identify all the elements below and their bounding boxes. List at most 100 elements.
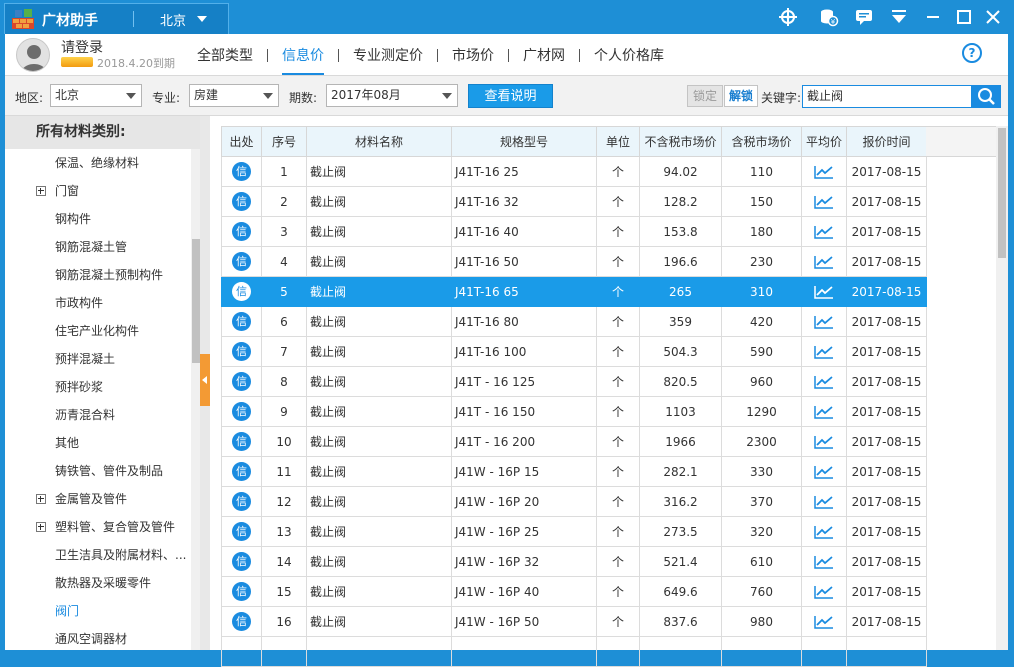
tab-info-price[interactable]: 信息价 — [268, 45, 338, 75]
trend-chart-icon[interactable] — [814, 465, 834, 479]
trend-chart-icon[interactable] — [814, 405, 834, 419]
average-cell[interactable] — [801, 456, 847, 487]
sidebar-scroll-thumb[interactable] — [192, 239, 200, 363]
table-row[interactable]: 信 1 截止阀 J41T-16 25 个 94.02 110 2017-08-15 — [221, 156, 927, 187]
source-cell[interactable]: 信 — [221, 606, 262, 637]
info-source-icon[interactable]: 信 — [232, 372, 251, 391]
info-source-icon[interactable]: 信 — [232, 162, 251, 181]
expand-icon[interactable] — [36, 522, 46, 532]
help-icon[interactable]: ? — [962, 43, 982, 63]
info-source-icon[interactable]: 信 — [232, 312, 251, 331]
category-item[interactable]: 沥青混合料 — [5, 401, 191, 429]
trend-chart-icon[interactable] — [814, 345, 834, 359]
col-price-incl-tax[interactable]: 含税市场价 — [721, 126, 802, 157]
tab-market-price[interactable]: 市场价 — [438, 45, 508, 65]
category-item-selected[interactable]: 阀门 — [5, 597, 191, 625]
tab-all-types[interactable]: 全部类型 — [197, 45, 267, 65]
average-cell[interactable] — [801, 306, 847, 337]
average-cell[interactable] — [801, 156, 847, 187]
col-quote-date[interactable]: 报价时间 — [846, 126, 927, 157]
source-cell[interactable]: 信 — [221, 426, 262, 457]
category-item[interactable]: 钢筋混凝土预制构件 — [5, 261, 191, 289]
trend-chart-icon[interactable] — [814, 285, 834, 299]
source-cell[interactable]: 信 — [221, 246, 262, 277]
message-icon[interactable] — [854, 7, 874, 27]
source-cell[interactable]: 信 — [221, 156, 262, 187]
info-source-icon[interactable]: 信 — [232, 192, 251, 211]
trend-chart-icon[interactable] — [814, 555, 834, 569]
category-item[interactable]: 通风空调器材 — [5, 625, 191, 650]
info-source-icon[interactable]: 信 — [232, 342, 251, 361]
keyword-input[interactable]: 截止阀 — [802, 85, 972, 108]
table-row[interactable]: 信 16 截止阀 J41W - 16P 50 个 837.6 980 2017-08-15 — [221, 606, 927, 637]
source-cell[interactable]: 信 — [221, 486, 262, 517]
average-cell[interactable] — [801, 276, 847, 307]
region-select[interactable]: 北京 — [50, 84, 142, 107]
average-cell[interactable] — [801, 246, 847, 277]
table-row[interactable] — [221, 636, 927, 667]
table-row[interactable]: 信 2 截止阀 J41T-16 32 个 128.2 150 2017-08-15 — [221, 186, 927, 217]
average-cell[interactable] — [801, 396, 847, 427]
source-cell[interactable]: 信 — [221, 216, 262, 247]
info-source-icon[interactable]: 信 — [232, 432, 251, 451]
download-icon[interactable] — [889, 7, 909, 27]
source-cell[interactable]: 信 — [221, 546, 262, 577]
trend-chart-icon[interactable] — [814, 375, 834, 389]
col-material-name[interactable]: 材料名称 — [306, 126, 452, 157]
category-item[interactable]: 金属管及管件 — [5, 485, 191, 513]
login-link[interactable]: 请登录 — [61, 37, 103, 57]
target-icon[interactable] — [778, 7, 798, 27]
app-tab[interactable]: 广材助手 北京 — [4, 3, 229, 34]
category-item[interactable]: 预拌砂浆 — [5, 373, 191, 401]
source-cell[interactable] — [221, 636, 262, 667]
avatar[interactable] — [16, 38, 50, 72]
collapse-sidebar-handle[interactable] — [200, 354, 210, 406]
source-cell[interactable]: 信 — [221, 336, 262, 367]
col-price-excl-tax[interactable]: 不含税市场价 — [639, 126, 722, 157]
close-icon[interactable] — [983, 7, 1003, 27]
table-row[interactable]: 信 15 截止阀 J41W - 16P 40 个 649.6 760 2017-08-15 — [221, 576, 927, 607]
col-average[interactable]: 平均价 — [801, 126, 847, 157]
info-source-icon[interactable]: 信 — [232, 492, 251, 511]
col-spec[interactable]: 规格型号 — [451, 126, 597, 157]
average-cell[interactable] — [801, 366, 847, 397]
average-cell[interactable] — [801, 636, 847, 667]
table-row-selected[interactable]: 信 5 截止阀 J41T-16 65 个 265 310 2017-08-15 — [221, 276, 927, 307]
source-cell[interactable]: 信 — [221, 576, 262, 607]
info-source-icon[interactable]: 信 — [232, 252, 251, 271]
table-row[interactable]: 信 8 截止阀 J41T - 16 125 个 820.5 960 2017-08-15 — [221, 366, 927, 397]
trend-chart-icon[interactable] — [814, 195, 834, 209]
tab-personal-price-library[interactable]: 个人价格库 — [580, 45, 678, 65]
table-row[interactable]: 信 14 截止阀 J41W - 16P 32 个 521.4 610 2017-08-15 — [221, 546, 927, 577]
trend-chart-icon[interactable] — [814, 585, 834, 599]
period-select[interactable]: 2017年08月 — [326, 84, 458, 107]
trend-chart-icon[interactable] — [814, 315, 834, 329]
category-item[interactable]: 市政构件 — [5, 289, 191, 317]
info-source-icon[interactable]: 信 — [232, 612, 251, 631]
search-button[interactable] — [972, 85, 1001, 108]
source-cell[interactable]: 信 — [221, 276, 262, 307]
category-item[interactable]: 钢筋混凝土管 — [5, 233, 191, 261]
trend-chart-icon[interactable] — [814, 255, 834, 269]
category-item[interactable]: 钢构件 — [5, 205, 191, 233]
average-cell[interactable] — [801, 546, 847, 577]
source-cell[interactable]: 信 — [221, 456, 262, 487]
info-source-icon[interactable]: 信 — [232, 522, 251, 541]
category-item[interactable]: 铸铁管、管件及制品 — [5, 457, 191, 485]
category-item[interactable]: 预拌混凝土 — [5, 345, 191, 373]
table-row[interactable]: 信 10 截止阀 J41T - 16 200 个 1966 2300 2017-08-15 — [221, 426, 927, 457]
category-item[interactable]: 住宅产业化构件 — [5, 317, 191, 345]
col-unit[interactable]: 单位 — [596, 126, 640, 157]
info-source-icon[interactable]: 信 — [232, 552, 251, 571]
table-row[interactable]: 信 11 截止阀 J41W - 16P 15 个 282.1 330 2017-08-15 — [221, 456, 927, 487]
table-row[interactable]: 信 13 截止阀 J41W - 16P 25 个 273.5 320 2017-08-15 — [221, 516, 927, 547]
col-source[interactable]: 出处 — [221, 126, 262, 157]
source-cell[interactable]: 信 — [221, 186, 262, 217]
info-source-icon[interactable]: 信 — [232, 402, 251, 421]
trend-chart-icon[interactable] — [814, 615, 834, 629]
table-row[interactable]: 信 12 截止阀 J41W - 16P 20 个 316.2 370 2017-08-15 — [221, 486, 927, 517]
average-cell[interactable] — [801, 186, 847, 217]
average-cell[interactable] — [801, 426, 847, 457]
tab-professional-price[interactable]: 专业测定价 — [339, 45, 437, 65]
table-row[interactable]: 信 9 截止阀 J41T - 16 150 个 1103 1290 2017-08-15 — [221, 396, 927, 427]
